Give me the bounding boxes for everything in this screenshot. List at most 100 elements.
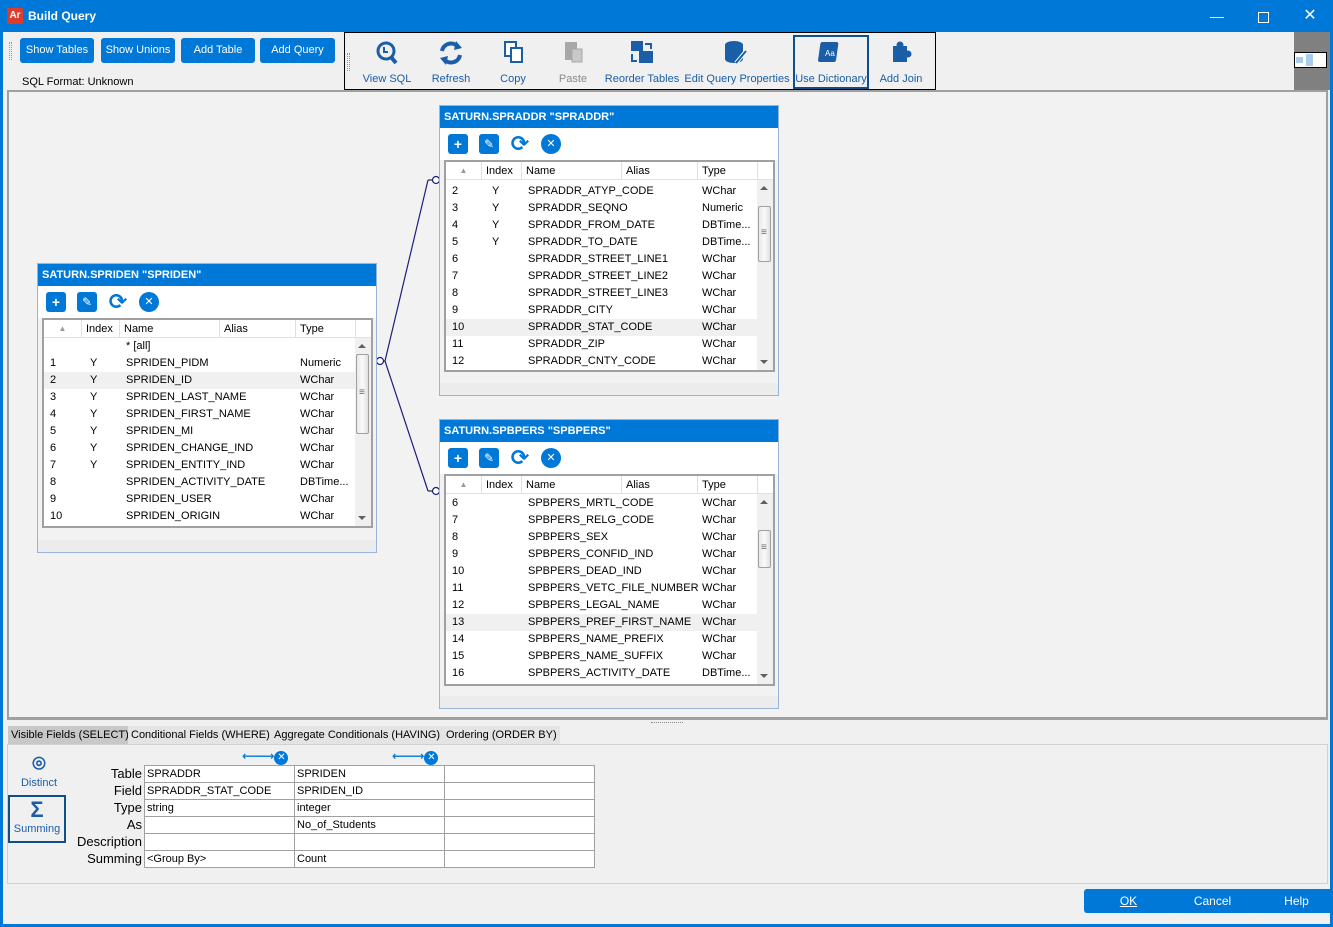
add-field-icon[interactable]: +: [46, 292, 66, 312]
table-row[interactable]: 8 SPRIDEN_ACTIVITY_DATE DBTime...: [44, 474, 371, 491]
field-cell-description[interactable]: [145, 834, 295, 851]
field-cell-type[interactable]: [445, 800, 595, 817]
column-header-index[interactable]: Index: [482, 476, 522, 494]
remove-table-icon[interactable]: ✕: [139, 292, 159, 312]
table-row[interactable]: 10 SPRIDEN_ORIGIN WChar: [44, 508, 371, 525]
field-cell-summing[interactable]: <Group By>: [145, 851, 295, 868]
table-row[interactable]: 11 Y SPRIDEN_SEARCH_LAST_NAMEWChar: [44, 525, 371, 526]
cancel-button[interactable]: Cancel: [1168, 889, 1257, 913]
reorder-tables-button[interactable]: Reorder Tables: [603, 37, 681, 87]
refresh-table-icon[interactable]: ⟳: [108, 291, 128, 313]
table-row[interactable]: 13 SPBPERS_PREF_FIRST_NAME WChar: [446, 614, 773, 631]
field-cell-summing[interactable]: [445, 851, 595, 868]
table-row[interactable]: 10 SPRADDR_STAT_CODE WChar: [446, 319, 773, 336]
sort-indicator-icon[interactable]: ▲: [446, 162, 482, 180]
maximize-button[interactable]: [1240, 0, 1286, 32]
table-row[interactable]: 2 Y SPRADDR_ATYP_CODE WChar: [446, 183, 773, 200]
table-row[interactable]: 3 Y SPRIDEN_LAST_NAME WChar: [44, 389, 371, 406]
distinct-button[interactable]: ⌾ Distinct: [10, 751, 68, 791]
edit-pencil-icon[interactable]: ✎: [479, 448, 499, 468]
remove-table-icon[interactable]: ✕: [541, 134, 561, 154]
paste-button[interactable]: Paste: [545, 37, 601, 87]
refresh-table-icon[interactable]: ⟳: [510, 447, 530, 469]
table-row[interactable]: 7 SPRADDR_STREET_LINE2 WChar: [446, 268, 773, 285]
table-title-spriden[interactable]: SATURN.SPRIDEN "SPRIDEN": [38, 264, 376, 286]
scroll-down-icon[interactable]: [760, 360, 768, 364]
table-row[interactable]: * [all]: [44, 338, 371, 355]
show-tables-button[interactable]: Show Tables: [20, 38, 94, 63]
table-card-spraddr[interactable]: SATURN.SPRADDR "SPRADDR" + ✎ ⟳ ✕ ▲ Index…: [439, 105, 779, 396]
toolbar-grip[interactable]: [347, 53, 350, 71]
canvas-overview[interactable]: [1294, 32, 1330, 90]
refresh-button[interactable]: Refresh: [423, 37, 479, 87]
sort-indicator-icon[interactable]: ▲: [44, 320, 82, 338]
column-header-name[interactable]: Name: [522, 476, 622, 494]
edit-pencil-icon[interactable]: ✎: [479, 134, 499, 154]
field-cell-field[interactable]: SPRADDR_STAT_CODE: [145, 783, 295, 800]
view-sql-button[interactable]: View SQL: [359, 37, 415, 87]
remove-table-icon[interactable]: ✕: [541, 448, 561, 468]
scroll-down-icon[interactable]: [358, 516, 366, 520]
use-dictionary-button[interactable]: Aa Use Dictionary: [793, 35, 869, 89]
column-header-type[interactable]: Type: [698, 162, 758, 180]
table-row[interactable]: 8 SPRADDR_STREET_LINE3 WChar: [446, 285, 773, 302]
table-row[interactable]: 4 Y SPRIDEN_FIRST_NAME WChar: [44, 406, 371, 423]
field-cell-table[interactable]: [445, 766, 595, 783]
table-row[interactable]: 2 Y SPRIDEN_ID WChar: [44, 372, 371, 389]
field-cell-table[interactable]: SPRADDR: [145, 766, 295, 783]
field-cell-as[interactable]: [445, 817, 595, 834]
column-header-type[interactable]: Type: [296, 320, 356, 338]
column-header-name[interactable]: Name: [522, 162, 622, 180]
add-query-button[interactable]: Add Query: [260, 38, 335, 63]
remove-column-icon[interactable]: ✕: [274, 751, 289, 765]
table-row[interactable]: 9 SPRIDEN_USER WChar: [44, 491, 371, 508]
close-button[interactable]: ✕: [1287, 0, 1333, 32]
edit-pencil-icon[interactable]: ✎: [77, 292, 97, 312]
scroll-down-icon[interactable]: [760, 674, 768, 678]
remove-column-icon[interactable]: ✕: [424, 751, 439, 765]
field-cell-field[interactable]: [445, 783, 595, 800]
column-header-name[interactable]: Name: [120, 320, 220, 338]
column-header-index[interactable]: Index: [82, 320, 120, 338]
table-row[interactable]: 11 SPBPERS_VETC_FILE_NUMBER WChar: [446, 580, 773, 597]
table-row[interactable]: 10 SPBPERS_DEAD_IND WChar: [446, 563, 773, 580]
table-row[interactable]: 6 SPBPERS_MRTL_CODE WChar: [446, 495, 773, 512]
add-join-button[interactable]: Add Join: [873, 37, 929, 87]
add-field-icon[interactable]: +: [448, 134, 468, 154]
table-row[interactable]: 8 SPBPERS_SEX WChar: [446, 529, 773, 546]
move-column-icon[interactable]: ⟵⟶: [392, 749, 424, 763]
column-header-index[interactable]: Index: [482, 162, 522, 180]
field-cell-description[interactable]: [295, 834, 445, 851]
field-cell-description[interactable]: [445, 834, 595, 851]
table-row[interactable]: 7 SPBPERS_RELG_CODE WChar: [446, 512, 773, 529]
sort-indicator-icon[interactable]: ▲: [446, 476, 482, 494]
tab-conditional-fields[interactable]: Conditional Fields (WHERE): [128, 726, 273, 744]
overview-viewport[interactable]: [1294, 52, 1327, 68]
tab-aggregate-conditionals[interactable]: Aggregate Conditionals (HAVING): [271, 726, 444, 744]
table-row[interactable]: 6 SPRADDR_STREET_LINE1 WChar: [446, 251, 773, 268]
field-cell-type[interactable]: integer: [295, 800, 445, 817]
field-cell-field[interactable]: SPRIDEN_ID: [295, 783, 445, 800]
field-cell-summing[interactable]: Count: [295, 851, 445, 868]
table-row[interactable]: 3 Y SPRADDR_SEQNO Numeric: [446, 200, 773, 217]
vertical-scrollbar[interactable]: [757, 494, 773, 684]
table-row[interactable]: 6 Y SPRIDEN_CHANGE_IND WChar: [44, 440, 371, 457]
ok-button[interactable]: OK: [1084, 889, 1173, 913]
tab-ordering[interactable]: Ordering (ORDER BY): [443, 726, 560, 744]
vertical-scrollbar[interactable]: [757, 180, 773, 370]
table-row[interactable]: 12 SPBPERS_LEGAL_NAME WChar: [446, 597, 773, 614]
table-row[interactable]: 9 SPBPERS_CONFID_IND WChar: [446, 546, 773, 563]
refresh-table-icon[interactable]: ⟳: [510, 133, 530, 155]
summing-button[interactable]: Σ Summing: [8, 795, 66, 843]
table-row[interactable]: 9 SPRADDR_CITY WChar: [446, 302, 773, 319]
show-unions-button[interactable]: Show Unions: [101, 38, 175, 63]
splitter-handle[interactable]: [651, 722, 683, 725]
tab-visible-fields[interactable]: Visible Fields (SELECT): [8, 726, 132, 744]
add-table-button[interactable]: Add Table: [181, 38, 255, 63]
table-row[interactable]: 5 Y SPRIDEN_MI WChar: [44, 423, 371, 440]
scroll-up-icon[interactable]: [760, 500, 768, 504]
copy-button[interactable]: Copy: [485, 37, 541, 87]
table-row[interactable]: 11 SPRADDR_ZIP WChar: [446, 336, 773, 353]
field-cell-as[interactable]: No_of_Students: [295, 817, 445, 834]
column-header-type[interactable]: Type: [698, 476, 758, 494]
